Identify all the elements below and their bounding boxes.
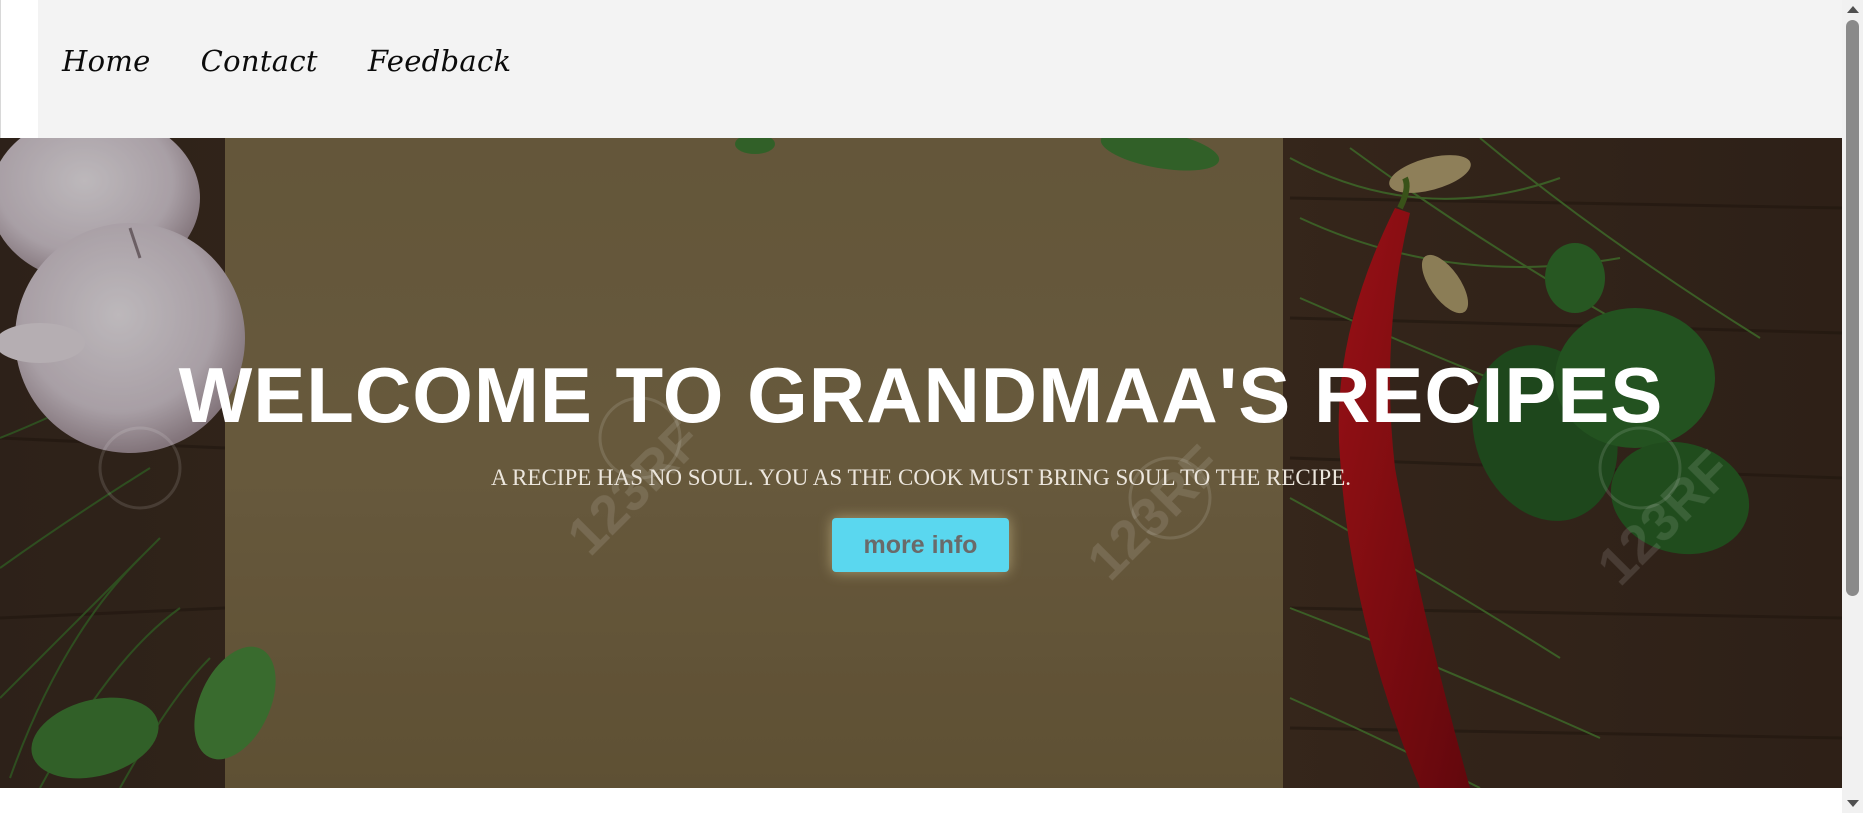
hero-title: WELCOME TO GRANDMAA'S RECIPES <box>178 351 1664 439</box>
scrollbar-thumb[interactable] <box>1846 20 1859 596</box>
hero-section: 123RF 123RF 123RF WELCOME TO GRANDMAA'S … <box>0 138 1842 788</box>
nav-link-feedback[interactable]: Feedback <box>368 44 512 78</box>
hero-subtitle: A RECIPE HAS NO SOUL. YOU AS THE COOK MU… <box>490 465 1352 490</box>
scroll-up-icon[interactable] <box>1847 6 1859 13</box>
vertical-scrollbar[interactable] <box>1842 0 1863 813</box>
nav-menu: Home Contact Feedback <box>62 44 511 78</box>
more-info-button[interactable]: more info <box>832 518 1009 572</box>
top-navbar: Home Contact Feedback <box>38 0 1842 138</box>
page: Home Contact Feedback 123RF 123RF 123RF … <box>0 0 1863 813</box>
scroll-down-icon[interactable] <box>1847 800 1859 807</box>
left-edge-strip <box>0 0 38 138</box>
nav-link-home[interactable]: Home <box>62 44 151 78</box>
nav-link-contact[interactable]: Contact <box>201 44 318 78</box>
nav-item-home: Home <box>62 44 151 78</box>
nav-item-feedback: Feedback <box>368 44 512 78</box>
nav-item-contact: Contact <box>201 44 318 78</box>
food-background-image: 123RF 123RF 123RF <box>0 138 1842 788</box>
